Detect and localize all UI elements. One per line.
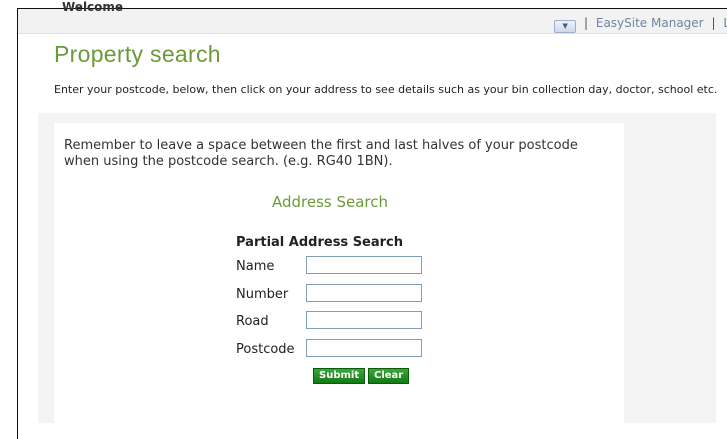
clear-button[interactable]: Clear <box>368 368 410 384</box>
truncated-link[interactable]: L <box>723 16 727 30</box>
name-input[interactable] <box>306 256 422 274</box>
road-input[interactable] <box>306 311 422 329</box>
number-label: Number <box>236 287 289 302</box>
top-links: ▼ | EasySite Manager | L <box>554 16 727 33</box>
easysite-manager-link[interactable]: EasySite Manager <box>596 16 704 30</box>
name-label: Name <box>236 259 275 274</box>
welcome-text: Welcome <box>62 0 124 14</box>
postcode-label: Postcode <box>236 342 295 357</box>
submit-button[interactable]: Submit <box>313 368 366 384</box>
link-separator: | <box>711 16 716 30</box>
intro-text: Enter your postcode, below, then click o… <box>54 83 718 96</box>
address-search-heading: Address Search <box>271 193 389 211</box>
link-separator: | <box>583 16 589 30</box>
postcode-tip: Remember to leave a space between the fi… <box>64 138 578 169</box>
number-input[interactable] <box>306 284 422 302</box>
postcode-input[interactable] <box>306 339 422 357</box>
page-title: Property search <box>54 41 221 67</box>
road-label: Road <box>236 314 269 329</box>
partial-address-search-heading: Partial Address Search <box>236 235 404 250</box>
top-bar: Welcome ▼ | EasySite Manager | L <box>18 0 727 34</box>
dropdown-arrow-icon[interactable]: ▼ <box>554 20 577 33</box>
